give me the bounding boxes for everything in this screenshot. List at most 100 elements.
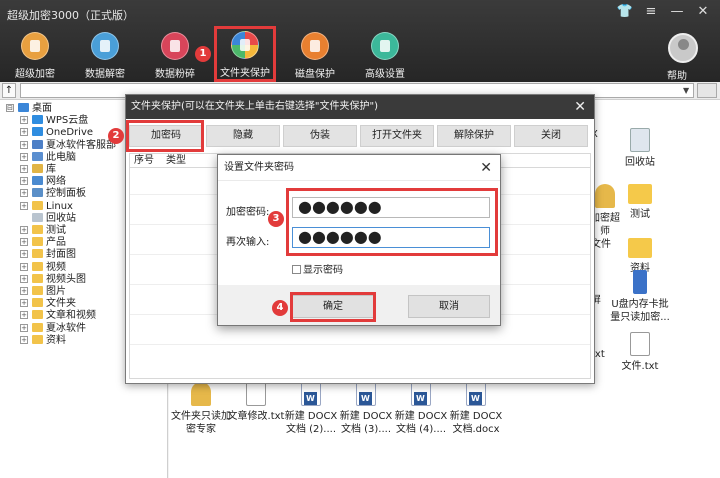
disguise-button[interactable]: 伪装 (283, 125, 357, 147)
doc-icon (356, 382, 376, 406)
expand-icon[interactable]: + (20, 152, 28, 161)
tree-item[interactable]: + 视频头图 (20, 273, 86, 286)
close-icon[interactable]: ✕ (480, 155, 492, 181)
file-item[interactable]: U盘内存卡批 量只读加密... (610, 270, 670, 324)
expand-icon[interactable]: + (20, 311, 28, 320)
tool-folder-protect[interactable]: 文件夹保护 (214, 26, 276, 82)
show-password-checkbox[interactable]: 显示密码 (292, 261, 343, 276)
tree-item[interactable]: + WPS云盘 (20, 114, 88, 127)
tree-item[interactable]: + 封面图 (20, 248, 76, 261)
column-header[interactable]: 类型 (166, 154, 186, 168)
expand-icon[interactable]: + (20, 335, 28, 344)
dialog-title: 文件夹保护(可以在文件夹上单击右键选择"文件夹保护") (131, 101, 379, 112)
folder-icon (32, 151, 43, 161)
tree-item[interactable]: + 夏冰软件客服部 (20, 139, 116, 152)
expand-icon[interactable]: + (20, 262, 28, 271)
file-item[interactable]: 文章修改.txt (226, 382, 286, 423)
expand-icon[interactable]: + (20, 299, 28, 308)
remove-protection-button[interactable]: 解除保护 (437, 125, 511, 147)
expand-icon[interactable]: + (20, 140, 28, 149)
tree-item[interactable]: ⊟ 桌面 (6, 102, 52, 115)
minimize-button[interactable]: — (666, 4, 688, 19)
file-item[interactable]: 回收站 (610, 128, 670, 169)
tree-item[interactable]: + 此电脑 (20, 151, 76, 164)
folder-icon (32, 139, 43, 149)
step-badge: 4 (272, 300, 288, 316)
file-item[interactable]: 文件夹只读加 密专家 (171, 382, 231, 436)
tool-decrypt[interactable]: 数据解密 (74, 30, 136, 80)
tree-item[interactable]: + 夏冰软件 (20, 322, 86, 335)
tree-item[interactable]: 回收站 (20, 212, 76, 225)
go-button[interactable] (697, 83, 717, 98)
confirm-password-label: 再次输入: (226, 237, 270, 248)
tree-item-label: 产品 (46, 237, 66, 249)
file-item[interactable]: 新建 DOCX 文档 (4).... (391, 382, 451, 436)
close-button[interactable]: 关闭 (514, 125, 588, 147)
column-header[interactable]: 序号 (134, 154, 154, 168)
file-name: 回收站 (625, 157, 655, 168)
folder-icon (32, 188, 43, 198)
tool-disk-protect[interactable]: 磁盘保护 (284, 30, 346, 80)
open-folder-button[interactable]: 打开文件夹 (360, 125, 434, 147)
tree-item[interactable]: + 文件夹 (20, 297, 76, 310)
expand-icon[interactable]: + (20, 274, 28, 283)
chevron-down-icon[interactable]: ▼ (683, 86, 689, 95)
file-item[interactable]: 新建 DOCX 文档.docx (446, 382, 506, 436)
unlock-icon (91, 32, 119, 60)
folder-icon (32, 212, 43, 222)
tree-item-label: 视频 (46, 261, 66, 273)
tree-item[interactable]: + 视频 (20, 261, 66, 274)
file-item[interactable]: 测试 (610, 184, 670, 221)
tree-item[interactable]: + 资料 (20, 334, 66, 347)
expand-icon[interactable]: + (20, 116, 28, 125)
txt-icon (246, 382, 266, 406)
tree-item[interactable]: + 产品 (20, 236, 66, 249)
expand-icon[interactable]: + (20, 250, 28, 259)
expand-icon[interactable]: + (20, 128, 28, 137)
tree-item[interactable]: + 控制面板 (20, 187, 86, 200)
tool-label: 数据粉碎 (155, 69, 195, 80)
expand-icon[interactable]: + (20, 177, 28, 186)
highlight-ok-button (290, 292, 376, 322)
expand-icon[interactable]: + (20, 226, 28, 234)
highlight-password-fields (286, 188, 498, 256)
avatar[interactable] (668, 33, 698, 63)
shield-icon (301, 32, 329, 60)
tree-item-label: 封面图 (46, 249, 76, 261)
expand-icon[interactable]: + (20, 323, 28, 332)
tree-item[interactable]: + 图片 (20, 285, 66, 298)
tree-item[interactable]: + OneDrive (20, 126, 93, 139)
menu-icon[interactable]: ≡ (640, 4, 662, 19)
file-item[interactable]: 文件.txt (610, 332, 670, 373)
close-icon[interactable]: ✕ (574, 95, 586, 119)
expand-icon[interactable]: + (20, 287, 28, 295)
cancel-button[interactable]: 取消 (408, 295, 490, 318)
doc-icon (411, 382, 431, 406)
file-name: 新建 DOCX 文档 (3).... (339, 411, 393, 435)
expand-icon[interactable]: + (20, 165, 28, 173)
expand-icon[interactable]: + (20, 238, 28, 247)
tree-item[interactable]: + 测试 (20, 224, 66, 237)
hide-button[interactable]: 隐藏 (206, 125, 280, 147)
up-arrow-button[interactable]: ↑ (2, 83, 16, 98)
close-window-button[interactable]: ✕ (692, 4, 714, 19)
file-item[interactable]: 新建 DOCX 文档 (3).... (336, 382, 396, 436)
tool-super-encrypt[interactable]: 超级加密 (4, 30, 66, 80)
tree-item[interactable]: + Linux (20, 200, 73, 213)
folder-protect-icon (231, 31, 259, 59)
tool-advanced-settings[interactable]: 高级设置 (354, 30, 416, 80)
tree-item[interactable]: + 库 (20, 163, 56, 176)
file-item[interactable]: 新建 DOCX 文档 (2).... (281, 382, 341, 436)
file-name: 文件.txt (621, 361, 659, 372)
tree-item[interactable]: + 网络 (20, 175, 66, 188)
scissors-icon (161, 32, 189, 60)
skin-icon[interactable]: 👕 (614, 4, 636, 19)
tree-item[interactable]: + 文章和视频 (20, 309, 96, 322)
dialog-title-bar: 设置文件夹密码 ✕ (218, 155, 500, 181)
expand-icon[interactable]: + (20, 189, 28, 198)
help-label[interactable]: 帮助 (667, 67, 687, 82)
expand-icon[interactable]: ⊟ (6, 104, 14, 112)
top-toolbar: 超级加密3000（正式版） 👕 ≡ — ✕ 超级加密 数据解密 数据粉碎 文件夹… (0, 0, 720, 82)
expand-icon[interactable]: + (20, 201, 28, 210)
tool-label: 文件夹保护 (220, 68, 270, 79)
